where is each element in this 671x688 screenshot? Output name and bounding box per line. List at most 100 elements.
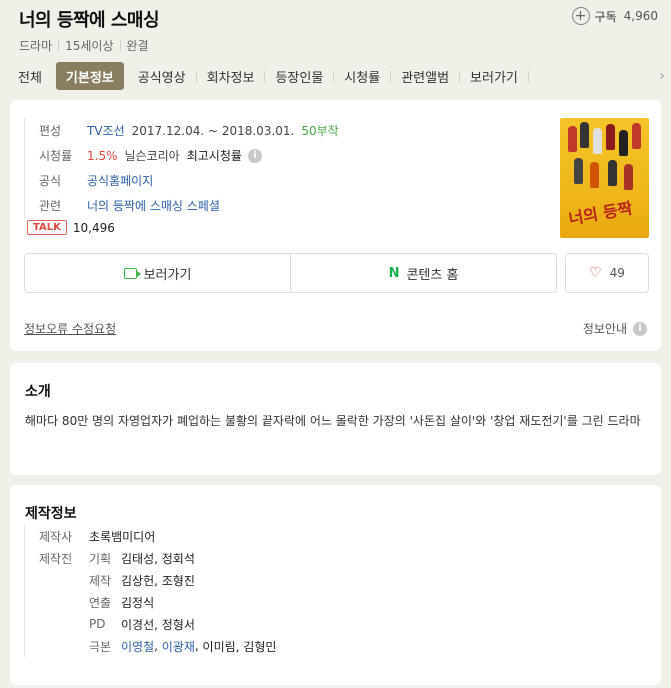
watch-button[interactable]: 보러가기 [25,254,290,292]
production-row-writers: 극본 이영철 , 이광재 , 이미림, 김형민 [39,635,276,657]
talk-count: 10,496 [72,220,115,235]
production-row-staff: 제작 김상헌, 조형진 [39,569,276,591]
poster-figure [606,124,615,150]
poster-figure [619,130,628,156]
poster-figure [580,122,589,148]
info-row-official: 공식 공식홈페이지 [39,168,339,193]
tab-characters[interactable]: 등장인물 [265,62,333,90]
ratings-note: 최고시청률 [186,149,242,163]
content-home-label: 콘텐츠 홈 [406,267,459,283]
status: 완결 [126,39,149,53]
ratings-source: 닐슨코리아 [124,149,180,163]
staff-role: 기획 [89,551,112,566]
like-count: 49 [609,266,625,280]
divider [527,70,529,82]
info-icon[interactable]: i [247,148,262,163]
staff-role: 연출 [89,595,112,610]
meta-info: 드라마 15세이상 완결 [19,37,149,54]
poster-figure [568,126,577,152]
tab-albums[interactable]: 관련앨범 [391,62,459,90]
page-title: 너의 등짝에 스매싱 [19,10,160,31]
subscribe-count: 4,960 [623,9,658,23]
info-icon: i [633,321,647,336]
heart-icon: ♡ [589,265,602,281]
tab-ratings[interactable]: 시청률 [334,62,390,90]
info-label: 관련 [39,199,62,213]
staff-names: 김정식 [121,595,155,610]
production-row-staff: 연출 김정식 [39,591,276,613]
production-row-staff: PD 이경선, 정형서 [39,613,276,635]
tab-episodes[interactable]: 회차정보 [197,62,265,90]
talk-section[interactable]: TALK 10,496 [27,220,115,235]
naver-n-icon: N [388,265,400,281]
staff-role: 제작 [89,573,112,588]
chevron-right-icon[interactable]: › [659,68,665,84]
prod-label: 제작사 [39,529,73,544]
channel-link[interactable]: TV조선 [87,122,125,139]
writer-names: 이미림, 김형민 [202,639,277,654]
staff-names: 김태성, 정회석 [121,551,195,566]
info-row-broadcast: 편성 TV조선 2017.12.04. ~ 2018.03.01. 50부작 [39,118,339,143]
comma: , [154,639,162,653]
info-label: 편성 [39,124,62,138]
info-guide-label: 정보안내 [582,322,627,336]
watch-label: 보러가기 [143,267,192,283]
talk-badge[interactable]: TALK [27,220,67,235]
episode-count[interactable]: 50부작 [301,122,338,139]
company-name: 초록뱀미디어 [89,529,156,544]
poster-figure [608,160,617,186]
action-bar: 보러가기 N 콘텐츠 홈 [24,253,557,293]
production-card: 제작정보 제작사 초록뱀미디어 제작진 기획 김태성, 정회석 제작 김상헌, … [10,485,661,685]
poster-image[interactable]: 너의 등짝 [560,118,649,238]
tab-basic-info[interactable]: 기본정보 [55,62,124,90]
divider [58,40,60,51]
info-list: 편성 TV조선 2017.12.04. ~ 2018.03.01. 50부작 시… [24,118,339,218]
intro-card: 소개 해마다 80만 명의 자영업자가 폐업하는 불황의 끝자락에 어느 몰락한… [10,363,661,475]
header: 너의 등짝에 스매싱 + 구독 4,960 드라마 15세이상 완결 전체 기본… [0,0,671,100]
related-special-link[interactable]: 너의 등짝에 스매싱 스페셜 [87,197,220,214]
genre: 드라마 [19,39,53,53]
tab-official-video[interactable]: 공식영상 [128,62,196,90]
report-error-link[interactable]: 정보오류 수정요청 [24,320,116,337]
staff-names: 김상헌, 조형진 [121,573,195,588]
production-row-company: 제작사 초록뱀미디어 [39,525,276,547]
tab-all[interactable]: 전체 [8,62,52,90]
poster-figure [590,162,599,188]
section-title: 소개 [25,384,51,400]
comma: , [194,639,203,653]
age-rating: 15세이상 [65,39,114,53]
production-row-staff: 제작진 기획 김태성, 정회석 [39,547,276,569]
info-label: 공식 [39,174,62,188]
info-row-ratings: 시청률 1.5% 닐슨코리아 최고시청률 i [39,143,339,168]
ratings-value: 1.5% [87,148,118,163]
divider [119,40,121,51]
poster-figure [624,164,633,190]
writer-link[interactable]: 이영철 [121,638,154,655]
basic-info-card: 편성 TV조선 2017.12.04. ~ 2018.03.01. 50부작 시… [10,100,661,351]
poster-figure [632,123,641,149]
intro-text: 해마다 80만 명의 자영업자가 폐업하는 불황의 끝자락에 어느 몰락한 가장… [25,414,641,428]
production-list: 제작사 초록뱀미디어 제작진 기획 김태성, 정회석 제작 김상헌, 조형진 연… [24,525,276,657]
writer-link[interactable]: 이광재 [162,638,195,655]
prod-label: 제작진 [39,551,73,566]
info-row-related: 관련 너의 등짝에 스매싱 스페셜 [39,193,339,218]
subscribe-button[interactable]: + 구독 4,960 [571,7,658,25]
video-camera-icon [123,267,141,279]
tab-watch[interactable]: 보러가기 [460,62,528,90]
staff-role: PD [89,617,106,631]
tab-bar: 전체 기본정보 공식영상 회차정보 등장인물 시청률 관련앨범 보러가기 › [8,62,671,90]
content-home-button[interactable]: N 콘텐츠 홈 [290,254,556,292]
info-guide-link[interactable]: 정보안내 i [583,320,647,337]
poster-title-art: 너의 등짝 [567,198,634,229]
card-footer: 정보오류 수정요청 정보안내 i [24,320,647,337]
poster-figure [593,128,602,154]
poster-figure [574,158,583,184]
like-button[interactable]: ♡ 49 [565,253,649,293]
plus-icon: + [571,7,590,25]
official-homepage-link[interactable]: 공식홈페이지 [87,172,153,189]
section-title: 제작정보 [25,506,77,522]
staff-names: 이경선, 정형서 [121,617,195,632]
info-label: 시청률 [39,149,73,163]
staff-role: 극본 [89,639,112,654]
broadcast-period: 2017.12.04. ~ 2018.03.01. [131,123,295,138]
